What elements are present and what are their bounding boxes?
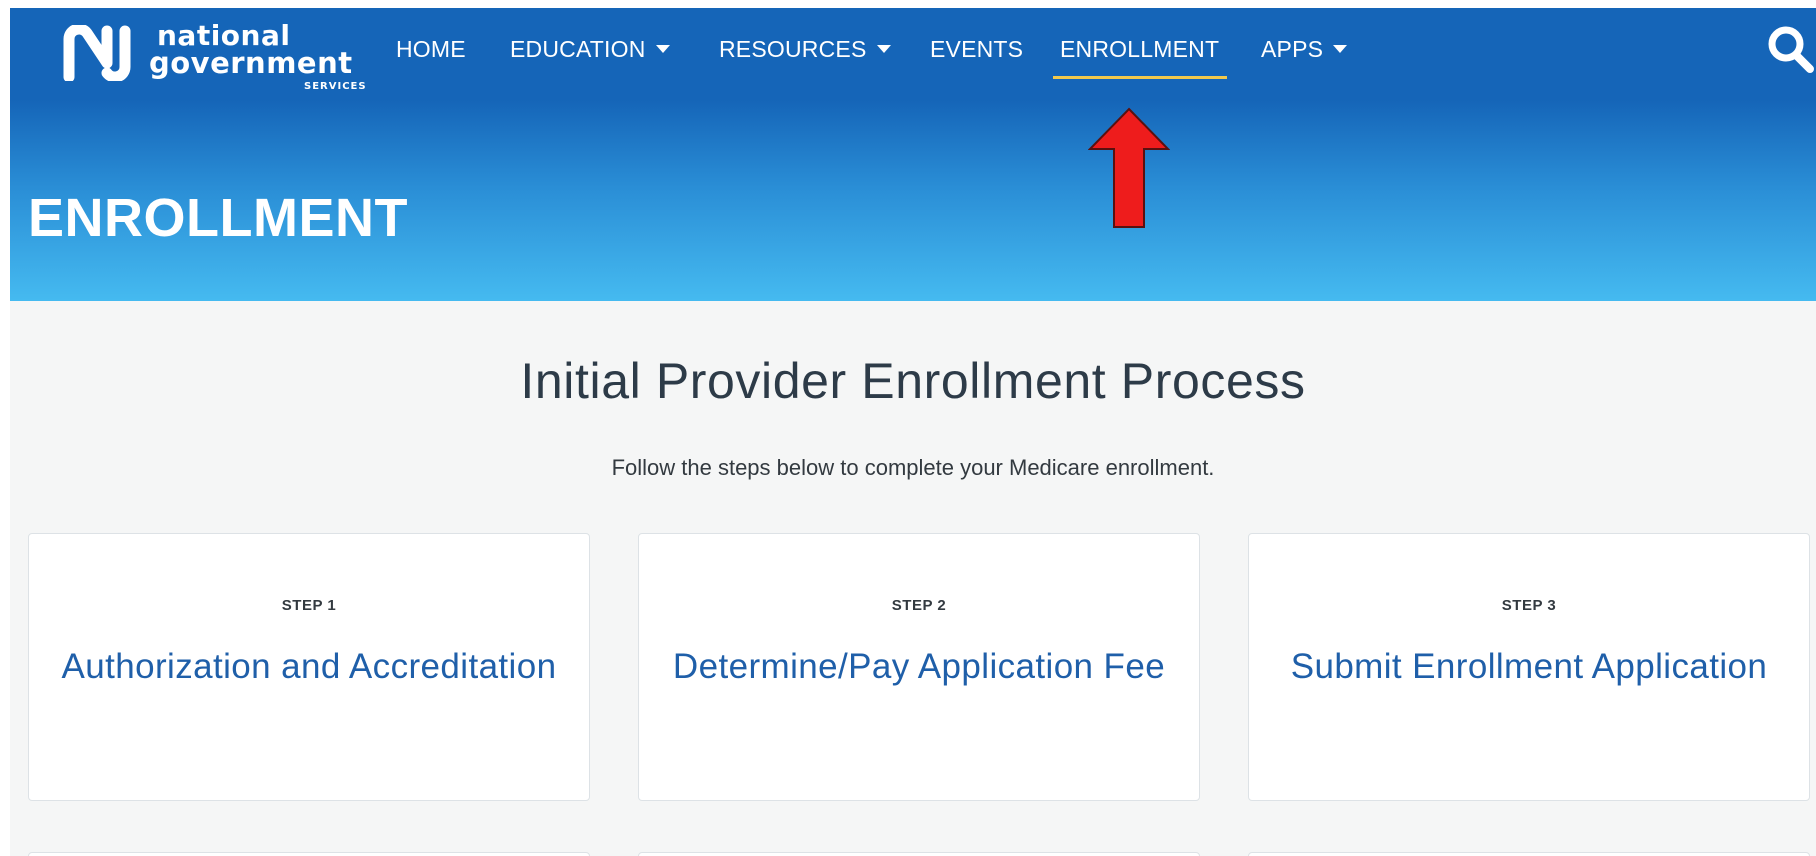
caret-down-icon [655, 44, 670, 53]
nav-item-apps[interactable]: APPS [1261, 34, 1348, 64]
nav-item-label: RESOURCES [719, 36, 867, 62]
step-label: STEP 3 [1501, 597, 1557, 614]
page-title: ENROLLMENT [28, 188, 408, 248]
red-up-arrow-icon [1088, 107, 1170, 228]
active-nav-underline [1053, 76, 1227, 79]
search-icon [1768, 26, 1814, 73]
step-card-1[interactable]: STEP 1 Authorization and Accreditation [28, 533, 590, 801]
logo-text-government: government [149, 46, 353, 80]
step-label: STEP 1 [281, 597, 337, 614]
next-row-card[interactable] [638, 852, 1200, 856]
step-card-2[interactable]: STEP 2 Determine/Pay Application Fee [638, 533, 1200, 801]
step-title-link[interactable]: Authorization and Accreditation [49, 643, 569, 690]
nav-item-events[interactable]: EVENTS [930, 34, 1023, 64]
nav-item-label: ENROLLMENT [1060, 36, 1220, 62]
caret-down-icon [876, 44, 891, 53]
nav-item-education[interactable]: EDUCATION [510, 34, 670, 64]
ngs-logo-icon [63, 25, 131, 81]
caret-down-icon [1333, 44, 1348, 53]
nav-item-enrollment[interactable]: ENROLLMENT [1060, 34, 1219, 64]
hero-banner: national government SERVICES HOME EDUCAT… [10, 8, 1816, 301]
nav-item-home[interactable]: HOME [396, 34, 466, 64]
search-button[interactable] [1766, 22, 1816, 74]
nav-item-label: EVENTS [930, 36, 1024, 62]
section-title: Initial Provider Enrollment Process [520, 353, 1306, 409]
nav-item-label: EDUCATION [510, 36, 646, 62]
site-logo[interactable]: national government SERVICES [63, 16, 373, 96]
section-subtitle: Follow the steps below to complete your … [611, 455, 1215, 480]
page-frame: national government SERVICES HOME EDUCAT… [10, 8, 1816, 856]
next-row-card[interactable] [28, 852, 590, 856]
step-label: STEP 2 [891, 597, 947, 614]
nav-item-label: HOME [396, 36, 466, 62]
nav-item-resources[interactable]: RESOURCES [719, 34, 891, 64]
next-row-card[interactable] [1248, 852, 1810, 856]
step-title-link[interactable]: Determine/Pay Application Fee [659, 643, 1179, 690]
nav-item-label: APPS [1261, 36, 1324, 62]
step-card-3[interactable]: STEP 3 Submit Enrollment Application [1248, 533, 1810, 801]
logo-text-services: SERVICES [304, 81, 367, 92]
step-title-link[interactable]: Submit Enrollment Application [1269, 643, 1789, 690]
